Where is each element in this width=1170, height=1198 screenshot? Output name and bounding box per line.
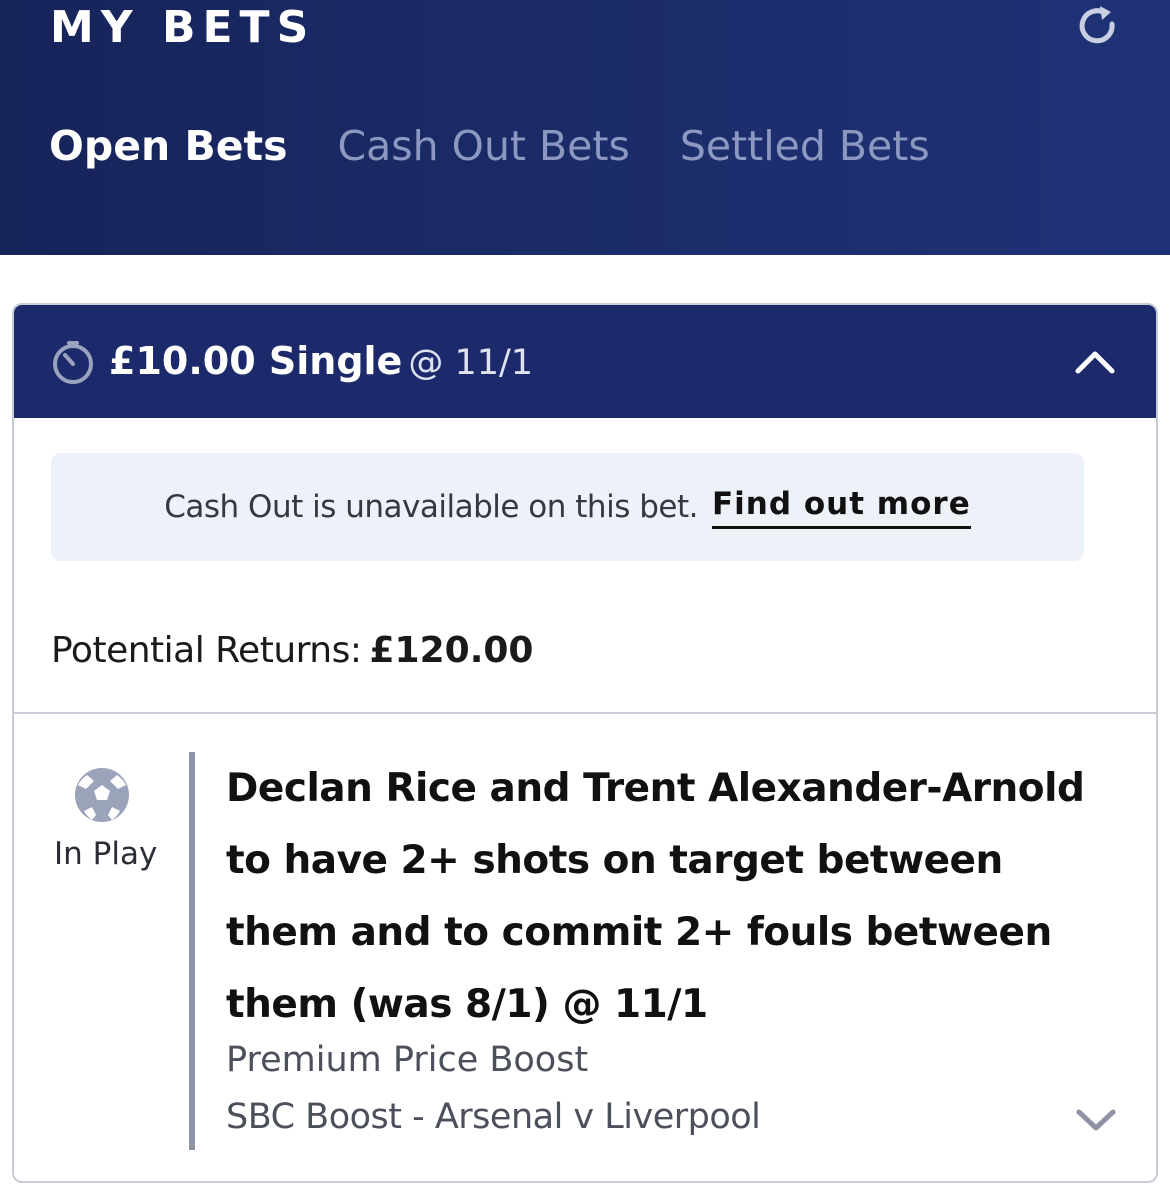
tab-cash-out-bets[interactable]: Cash Out Bets <box>338 118 630 174</box>
divider <box>14 712 1156 714</box>
bet-tabs: Open Bets Cash Out Bets Settled Bets <box>49 118 980 174</box>
bet-card: £10.00 Single @ 11/1 Cash Out is unavaila… <box>12 303 1158 1183</box>
cashout-notice-text: Cash Out is unavailable on this bet. <box>164 489 698 525</box>
bet-odds: @ 11/1 <box>408 343 534 383</box>
bet-stake-type: £10.00 Single <box>109 339 403 383</box>
event-name: SBC Boost - Arsenal v Liverpool <box>226 1097 761 1137</box>
selection-title: Declan Rice and Trent Alexander-Arnold t… <box>226 766 1085 1027</box>
potential-returns-label: Potential Returns: <box>51 630 362 671</box>
page-title: MY BETS <box>50 2 316 53</box>
bet-card-header[interactable]: £10.00 Single @ 11/1 <box>14 305 1156 418</box>
tab-open-bets[interactable]: Open Bets <box>49 118 288 174</box>
football-icon <box>75 768 129 822</box>
in-play-status: In Play <box>54 836 158 872</box>
selection-indicator-bar <box>189 752 195 1150</box>
cashout-unavailable-notice: Cash Out is unavailable on this bet. Fin… <box>51 453 1084 561</box>
timer-icon <box>53 341 93 384</box>
refresh-icon[interactable] <box>1074 2 1122 50</box>
chevron-up-icon[interactable] <box>1072 343 1118 379</box>
tab-settled-bets[interactable]: Settled Bets <box>680 118 930 174</box>
boost-type: Premium Price Boost <box>226 1040 589 1080</box>
potential-returns: Potential Returns: £120.00 <box>51 627 533 675</box>
potential-returns-value: £120.00 <box>369 630 534 671</box>
chevron-down-icon[interactable] <box>1074 1105 1118 1135</box>
bet-summary: £10.00 Single @ 11/1 <box>109 335 533 395</box>
find-out-more-link[interactable]: Find out more <box>711 486 971 529</box>
app-header: MY BETS Open Bets Cash Out Bets Settled … <box>0 0 1170 255</box>
